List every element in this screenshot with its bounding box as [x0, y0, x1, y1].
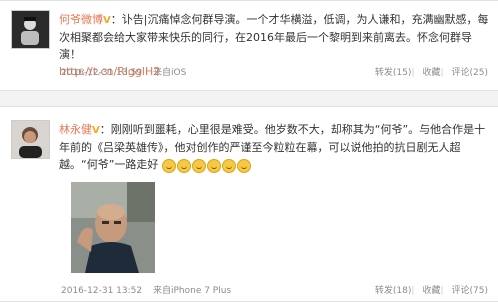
- post-photo[interactable]: [71, 182, 155, 273]
- crying-emoji-icon: [161, 158, 176, 173]
- post-content: ：刚刚听到噩耗，心里很是难受。他岁数不大，却称其为“何爷”。与他合作是十年前的《…: [59, 123, 486, 171]
- post-time[interactable]: 2016-12-31 13:52: [61, 286, 142, 296]
- author-name[interactable]: 何爷微博: [59, 13, 103, 26]
- post-source: 来自iPhone 7 Plus: [152, 286, 232, 296]
- repost-button[interactable]: 转发(18): [375, 286, 411, 296]
- crying-emoji-icon: [206, 158, 221, 173]
- post-content: ：讣告|沉痛悼念何群导演。一个才华横溢，低调，为人谦和，充满幽默感，每次相聚都会…: [59, 13, 489, 61]
- avatar[interactable]: [11, 120, 50, 159]
- crying-emoji-icon: [191, 158, 206, 173]
- crying-emoji-icon: [176, 158, 191, 173]
- post-footer: 2016-12-31 13:52 来自iPhone 7 Plus 转发(18)|…: [61, 283, 488, 296]
- crying-emoji-icon: [236, 158, 251, 173]
- emoji-group: [161, 157, 252, 174]
- post-text: 林永健V：刚刚听到噩耗，心里很是难受。他岁数不大，却称其为“何爷”。与他合作是十…: [59, 121, 489, 174]
- v-badge-icon: V: [92, 125, 100, 136]
- avatar[interactable]: [11, 10, 50, 49]
- post-actions: 转发(15)| 收藏| 评论(25): [374, 68, 488, 78]
- comment-button[interactable]: 评论(75): [452, 286, 488, 296]
- post-time[interactable]: 2016-12-31 13:59: [61, 68, 142, 78]
- favorite-button[interactable]: 收藏: [422, 286, 440, 296]
- weibo-feed: 何爷微博V：讣告|沉痛悼念何群导演。一个才华横溢，低调，为人谦和，充满幽默感，每…: [0, 0, 498, 302]
- weibo-post: 何爷微博V：讣告|沉痛悼念何群导演。一个才华横溢，低调，为人谦和，充满幽默感，每…: [0, 0, 498, 91]
- post-source: 来自iOS: [152, 68, 187, 78]
- v-badge-icon: V: [103, 15, 111, 26]
- favorite-button[interactable]: 收藏: [422, 68, 440, 78]
- post-actions: 转发(18)| 收藏| 评论(75): [374, 286, 488, 296]
- weibo-post: 林永健V：刚刚听到噩耗，心里很是难受。他岁数不大，却称其为“何爷”。与他合作是十…: [0, 106, 498, 302]
- repost-button[interactable]: 转发(15): [375, 68, 411, 78]
- post-footer: 2016-12-31 13:59 来自iOS 转发(15)| 收藏| 评论(25): [61, 65, 488, 78]
- crying-emoji-icon: [221, 158, 236, 173]
- comment-button[interactable]: 评论(25): [452, 68, 488, 78]
- author-name[interactable]: 林永健: [59, 123, 92, 136]
